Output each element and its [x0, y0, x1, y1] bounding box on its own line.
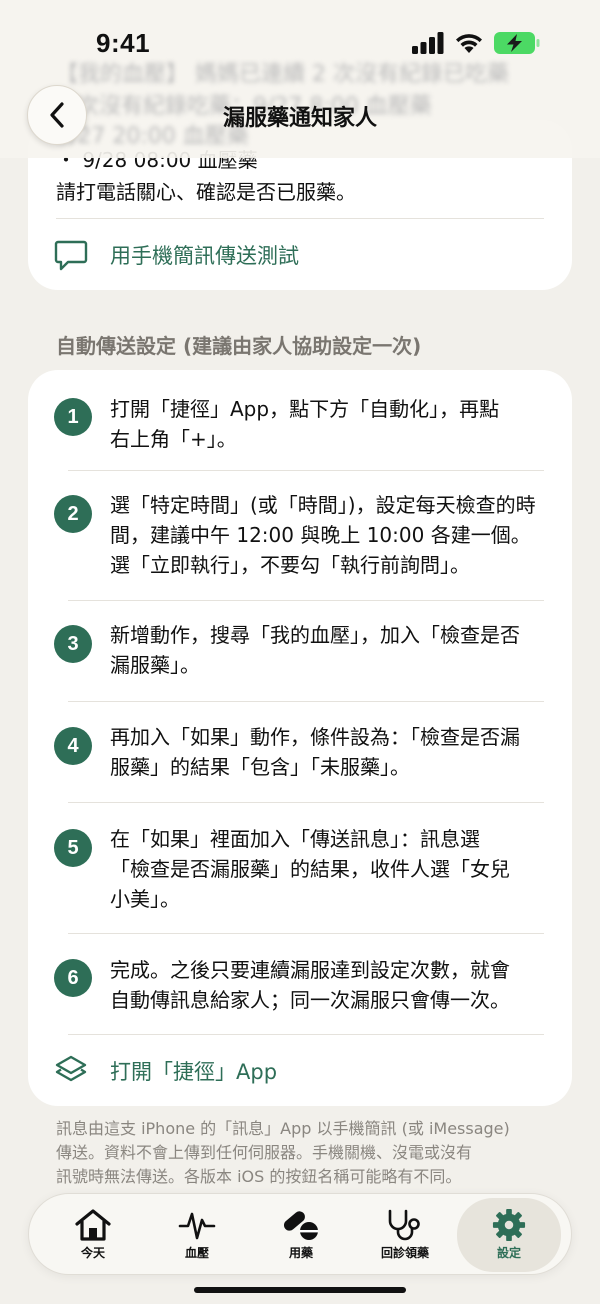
divider [68, 802, 544, 803]
gear-icon [492, 1208, 526, 1242]
step-text: 打開「捷徑」App，點下方「自動化」，再點 右上角「+」。 [110, 394, 550, 454]
divider [68, 701, 544, 702]
sms-test-button[interactable]: 用手機簡訊傳送測試 [54, 238, 299, 272]
status-icons [412, 32, 540, 54]
tab-appointments[interactable]: 回診領藥 [353, 1198, 457, 1272]
tab-label: 回診領藥 [380, 1246, 429, 1260]
step-number-badge: 2 [54, 495, 92, 533]
step-line: 「檢查是否漏服藥」的結果，收件人選「女兒 [110, 857, 510, 881]
step-line: 選「特定時間」(或「時間」)，設定每天檢查的時 [110, 493, 536, 517]
step-number-badge: 1 [54, 398, 92, 436]
divider [68, 600, 544, 601]
step-line: 打開「捷徑」App，點下方「自動化」，再點 [110, 397, 500, 421]
step-line: 小美」。 [110, 887, 180, 911]
divider [68, 1034, 544, 1035]
step-text: 在「如果」裡面加入「傳送訊息」：訊息選 「檢查是否漏服藥」的結果，收件人選「女兒… [110, 824, 550, 914]
setup-steps-card: 1 打開「捷徑」App，點下方「自動化」，再點 右上角「+」。 2 選「特定時間… [28, 370, 572, 1106]
battery-charging-icon [494, 32, 540, 54]
footnote-line: 訊號時無法傳送。各版本 iOS 的按鈕名稱可能略有不同。 [56, 1167, 462, 1186]
step-text: 選「特定時間」(或「時間」)，設定每天檢查的時 間，建議中午 12:00 與晚上… [110, 490, 550, 580]
step-number-badge: 6 [54, 959, 92, 997]
tab-label: 今天 [80, 1246, 105, 1260]
page-title: 漏服藥通知家人 [222, 106, 377, 131]
tab-label: 血壓 [184, 1246, 209, 1260]
divider [68, 933, 544, 934]
status-bar: 9:41 [0, 0, 600, 88]
stethoscope-icon [388, 1209, 420, 1241]
step-number-badge: 3 [54, 625, 92, 663]
tab-label: 用藥 [288, 1246, 313, 1260]
wifi-icon [456, 34, 482, 53]
privacy-footnote: 訊息由這支 iPhone 的「訊息」App 以手機簡訊 (或 iMessage)… [56, 1117, 546, 1189]
step-number-badge: 5 [54, 829, 92, 867]
divider [56, 218, 544, 219]
sms-test-label: 用手機簡訊傳送測試 [110, 244, 299, 268]
tab-label: 設定 [496, 1246, 521, 1260]
step-text: 完成。之後只要連續漏服達到設定次數，就會 自動傳訊息給家人；同一次漏服只會傳一次… [110, 955, 550, 1015]
home-indicator [194, 1287, 406, 1293]
speech-bubble-icon [54, 240, 88, 271]
step-line: 間，建議中午 12:00 與晚上 10:00 各建一個。 [110, 523, 531, 547]
divider [68, 470, 544, 471]
step-number-badge: 4 [54, 727, 92, 765]
step-line: 右上角「+」。 [110, 427, 237, 451]
open-shortcuts-button[interactable]: 打開「捷徑」App [54, 1054, 277, 1088]
footnote-line: 傳送。資料不會上傳到任何伺服器。手機關機、沒電或沒有 [56, 1143, 473, 1162]
tab-today[interactable]: 今天 [41, 1198, 145, 1272]
step-line: 選「立即執行」，不要勾「執行前詢問」。 [110, 553, 470, 577]
step-line: 再加入「如果」動作，條件設為：「檢查是否漏 [110, 725, 520, 749]
step-line: 在「如果」裡面加入「傳送訊息」：訊息選 [110, 827, 480, 851]
pills-icon [283, 1211, 318, 1240]
heartbeat-icon [178, 1212, 216, 1240]
tab-settings[interactable]: 設定 [457, 1198, 561, 1272]
preview-line: 請打電話關心、確認是否已服藥。 [56, 180, 356, 204]
status-time: 9:41 [96, 28, 151, 58]
layers-icon [55, 1055, 87, 1082]
navigation-bar: 漏服藥通知家人 [0, 82, 600, 148]
section-header: 自動傳送設定 (建議由家人協助設定一次) [56, 334, 422, 358]
footnote-line: 訊息由這支 iPhone 的「訊息」App 以手機簡訊 (或 iMessage) [56, 1119, 510, 1138]
cellular-signal-icon [412, 32, 444, 54]
step-text: 新增動作，搜尋「我的血壓」，加入「檢查是否 漏服藥」。 [110, 620, 550, 680]
step-line: 服藥」的結果「包含」「未服藥」。 [110, 755, 410, 779]
step-line: 漏服藥」。 [110, 653, 200, 677]
tab-medication[interactable]: 用藥 [249, 1198, 353, 1272]
tab-blood-pressure[interactable]: 血壓 [145, 1198, 249, 1272]
tab-bar: 今天 血壓 用藥 回診領藥 設定 [28, 1193, 572, 1275]
step-line: 完成。之後只要連續漏服達到設定次數，就會 [110, 958, 510, 982]
open-shortcuts-label: 打開「捷徑」App [110, 1060, 278, 1084]
step-line: 新增動作，搜尋「我的血壓」，加入「檢查是否 [110, 623, 520, 647]
step-text: 再加入「如果」動作，條件設為：「檢查是否漏 服藥」的結果「包含」「未服藥」。 [110, 722, 550, 782]
house-icon [75, 1209, 111, 1241]
step-line: 自動傳訊息給家人；同一次漏服只會傳一次。 [110, 988, 510, 1012]
